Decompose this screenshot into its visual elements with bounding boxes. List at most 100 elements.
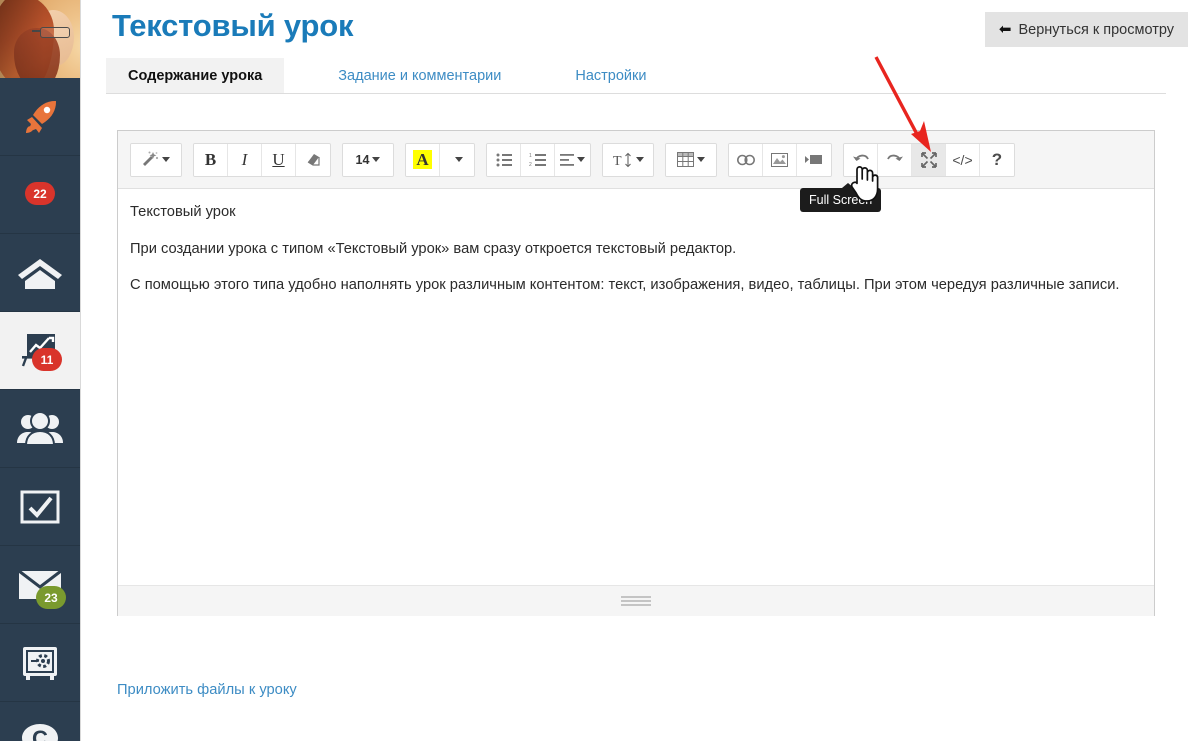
fullscreen-arrows-glyph <box>921 152 937 168</box>
badge-count: 23 <box>36 586 66 609</box>
eraser-glyph <box>306 152 321 167</box>
align-left-glyph <box>560 154 574 166</box>
italic-label: I <box>242 150 248 170</box>
sidebar-item-lessons[interactable]: 11 <box>0 312 80 390</box>
photo-shading <box>0 0 80 78</box>
underline-label: U <box>272 150 284 170</box>
page-title: Текстовый урок <box>112 8 353 44</box>
editor-paragraph: Текстовый урок <box>130 203 1142 223</box>
toolbar-group-styles <box>130 143 182 177</box>
toolbar-group-format: B I U <box>193 143 331 177</box>
redo-arrow-glyph <box>886 153 904 166</box>
insert-image-icon[interactable] <box>763 144 797 176</box>
svg-text:2: 2 <box>529 162 532 167</box>
unordered-list-icon[interactable] <box>487 144 521 176</box>
sidebar: 22 11 <box>0 0 81 741</box>
chevron-down-icon <box>372 157 380 162</box>
line-height-glyph: T <box>613 152 633 168</box>
editor-paragraph: При создании урока с типом «Текстовый ур… <box>130 240 1142 260</box>
sidebar-item-rocket[interactable] <box>0 78 80 156</box>
arrow-left-icon: ⬅ <box>999 22 1012 37</box>
sidebar-item-mail[interactable]: 23 <box>0 546 80 624</box>
magic-wand-icon[interactable] <box>131 144 181 176</box>
text-color-button[interactable]: A <box>406 144 440 176</box>
back-button-label: Вернуться к просмотру <box>1019 22 1175 38</box>
svg-text:T: T <box>613 154 622 168</box>
svg-text:1: 1 <box>529 153 532 159</box>
text-color-label: A <box>413 150 431 169</box>
tab-lesson-content[interactable]: Содержание урока <box>106 58 284 93</box>
text-color-dropdown[interactable] <box>440 144 474 176</box>
rocket-icon <box>20 97 60 137</box>
editor-resize-handle[interactable] <box>118 585 1154 616</box>
bold-label: B <box>205 150 216 170</box>
redo-icon[interactable] <box>878 144 912 176</box>
sidebar-item-notifications[interactable]: 22 <box>0 156 80 234</box>
insert-video-icon[interactable] <box>797 144 831 176</box>
link-chain-glyph <box>737 154 755 166</box>
tab-assignment-comments[interactable]: Задание и комментарии <box>316 58 523 93</box>
code-view-button[interactable]: </> <box>946 144 980 176</box>
video-glyph <box>805 153 823 166</box>
insert-link-icon[interactable] <box>729 144 763 176</box>
table-icon[interactable] <box>666 144 716 176</box>
chevron-down-icon <box>455 157 463 162</box>
toolbar-group-insert <box>728 143 832 177</box>
toolbar-group-font-size: 14 <box>342 143 394 177</box>
underline-button[interactable]: U <box>262 144 296 176</box>
sidebar-item-users[interactable] <box>0 390 80 468</box>
chevron-down-icon <box>577 157 585 162</box>
sidebar-item-tasks[interactable] <box>0 468 80 546</box>
line-height-icon[interactable]: T <box>603 144 653 176</box>
attach-files-link[interactable]: Приложить файлы к уроку <box>117 682 297 698</box>
checkbox-icon <box>19 488 61 526</box>
home-icon <box>17 253 63 293</box>
users-group-icon <box>17 411 63 447</box>
help-label: ? <box>992 150 1002 170</box>
table-glyph <box>677 152 694 167</box>
chevron-down-icon <box>162 157 170 162</box>
font-size-value: 14 <box>356 153 370 167</box>
tab-settings[interactable]: Настройки <box>553 58 668 93</box>
italic-button[interactable]: I <box>228 144 262 176</box>
toolbar-group-actions: </> ? <box>843 143 1015 177</box>
bullet-list-glyph <box>496 153 512 167</box>
chevron-down-icon <box>697 157 705 162</box>
font-size-select[interactable]: 14 <box>343 144 393 176</box>
editor-toolbar: B I U <box>118 131 1154 189</box>
badge-count: 22 <box>25 182 55 205</box>
resize-grip-icon <box>621 594 651 608</box>
svg-text:C: C <box>32 726 48 741</box>
badge-count: 11 <box>32 348 62 371</box>
editor-content-area[interactable]: Текстовый урок При создании урока с типо… <box>118 189 1154 585</box>
fullscreen-icon[interactable] <box>912 144 946 176</box>
code-view-label: </> <box>952 152 972 168</box>
sidebar-item-chat[interactable]: C <box>0 702 80 741</box>
editor-paragraph: С помощью этого типа удобно наполнять ур… <box>130 276 1142 296</box>
bold-button[interactable]: B <box>194 144 228 176</box>
safe-vault-icon <box>19 644 61 682</box>
chat-bubble-c-icon: C <box>19 721 61 741</box>
fullscreen-tooltip: Full Screen <box>800 188 881 212</box>
image-glyph <box>771 153 788 167</box>
main-content: Текстовый урок ⬅ Вернуться к просмотру С… <box>80 0 1200 741</box>
tab-bar: Содержание урока Задание и комментарии Н… <box>106 58 1166 94</box>
clear-formatting-eraser-icon[interactable] <box>296 144 330 176</box>
chevron-down-icon <box>636 157 644 162</box>
undo-icon[interactable] <box>844 144 878 176</box>
back-to-view-button[interactable]: ⬅ Вернуться к просмотру <box>985 12 1188 47</box>
toolbar-group-table <box>665 143 717 177</box>
undo-arrow-glyph <box>852 153 870 166</box>
sidebar-item-safe[interactable] <box>0 624 80 702</box>
numbered-list-glyph: 1 2 <box>529 153 546 167</box>
user-profile-photo[interactable] <box>0 0 80 78</box>
sidebar-item-home[interactable] <box>0 234 80 312</box>
magic-wand-glyph <box>142 151 159 168</box>
ordered-list-icon[interactable]: 1 2 <box>521 144 555 176</box>
toolbar-group-line-height: T <box>602 143 654 177</box>
toolbar-group-lists: 1 2 <box>486 143 591 177</box>
help-button[interactable]: ? <box>980 144 1014 176</box>
toolbar-group-color: A <box>405 143 475 177</box>
rich-text-editor: B I U <box>117 130 1155 616</box>
align-icon[interactable] <box>555 144 590 176</box>
